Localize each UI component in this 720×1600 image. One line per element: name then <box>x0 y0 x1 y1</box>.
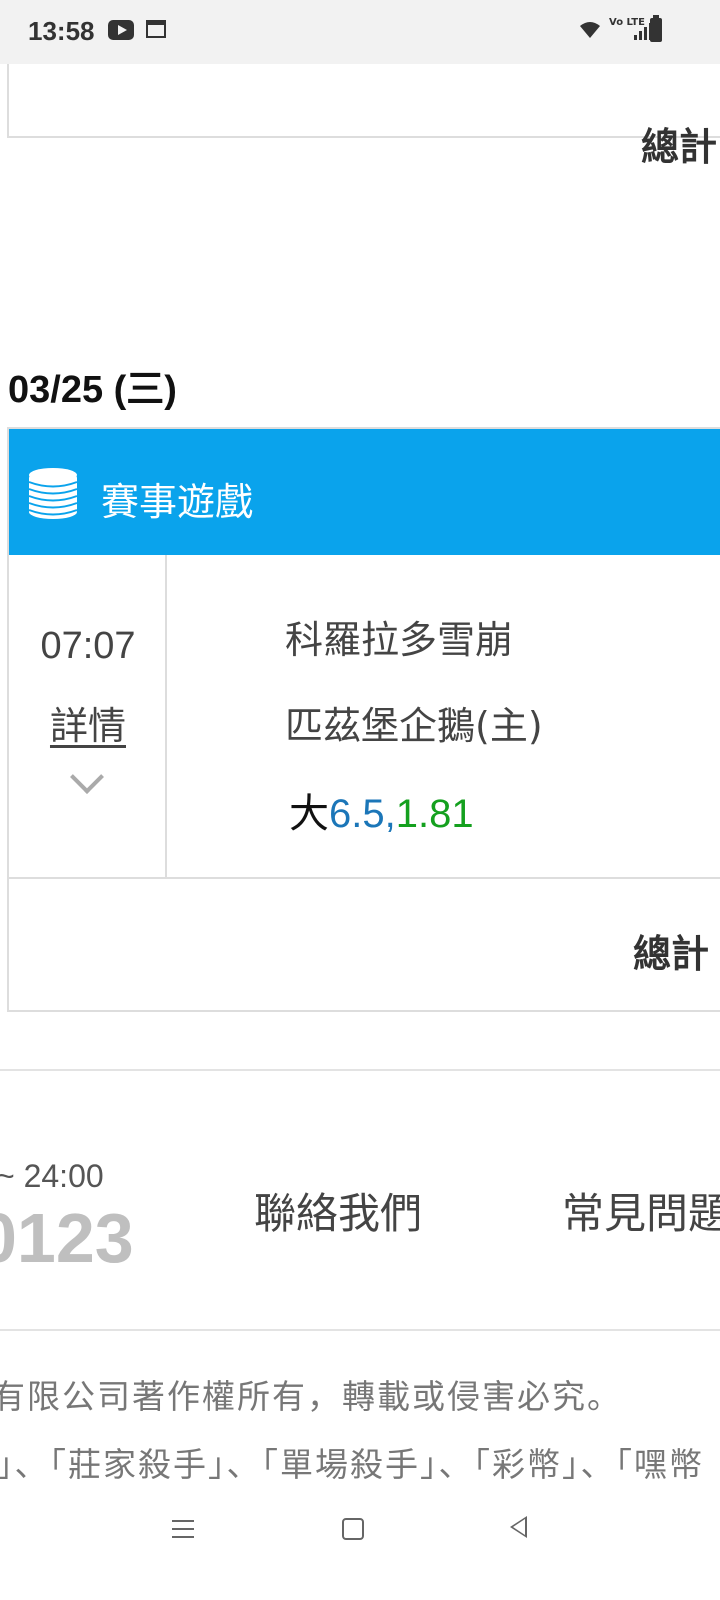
navigation-bar <box>0 1490 720 1600</box>
back-icon[interactable] <box>510 1516 527 1538</box>
battery-icon <box>650 15 662 42</box>
service-phone[interactable]: 0123 <box>0 1198 134 1278</box>
date-heading: 03/25 (三) <box>8 369 177 411</box>
previous-game-card: 總計 <box>7 64 720 169</box>
youtube-icon <box>108 20 134 40</box>
bet-line: 6.5, <box>329 792 396 836</box>
copyright-text: 有限公司著作權所有，轉載或侵害必究。 <box>0 1377 622 1416</box>
contact-us-link[interactable]: 聯絡我們 <box>254 1180 422 1241</box>
match-time-column: 07:07 詳情 <box>9 555 167 877</box>
game-card-footer: 總計 <box>9 877 720 1010</box>
previous-card-total-label: 總計 <box>641 125 718 169</box>
divider <box>0 1069 720 1071</box>
card-total-label: 總計 <box>633 932 710 976</box>
away-team: 科羅拉多雪崩 <box>285 618 514 662</box>
faq-link[interactable]: 常見問題 <box>562 1180 720 1241</box>
bet-type: 大 <box>289 791 329 837</box>
game-card-header: 賽事遊戲 <box>9 429 720 555</box>
home-icon[interactable] <box>342 1518 364 1540</box>
wifi-icon <box>578 20 602 45</box>
home-team: 匹茲堡企鵝(主) <box>285 704 543 748</box>
service-hours: ~ 24:00 <box>0 1158 104 1194</box>
match-info: 科羅拉多雪崩 匹茲堡企鵝(主) 大6.5,1.81 <box>167 555 720 877</box>
trademark-text: 」、「莊家殺手」、「單場殺手」、「彩幣」、「嘿幣 <box>0 1445 704 1484</box>
divider <box>0 1329 720 1331</box>
game-card-title: 賽事遊戲 <box>101 480 254 524</box>
chevron-down-icon[interactable] <box>70 760 104 794</box>
coins-stack-icon <box>28 468 78 519</box>
status-time: 13:58 <box>28 16 95 46</box>
bet-odds: 1.81 <box>395 792 474 836</box>
status-bar: 13:58 Vo LTE <box>0 0 720 64</box>
recents-icon[interactable] <box>172 1520 194 1538</box>
details-link[interactable]: 詳情 <box>9 695 167 750</box>
match-time: 07:07 <box>40 625 136 667</box>
calendar-icon <box>146 20 166 38</box>
game-card: 賽事遊戲 07:07 詳情 科羅拉多雪崩 匹茲堡企鵝(主) 大6.5,1.81 … <box>7 427 720 1012</box>
bet-selection: 大6.5,1.81 <box>289 781 474 839</box>
